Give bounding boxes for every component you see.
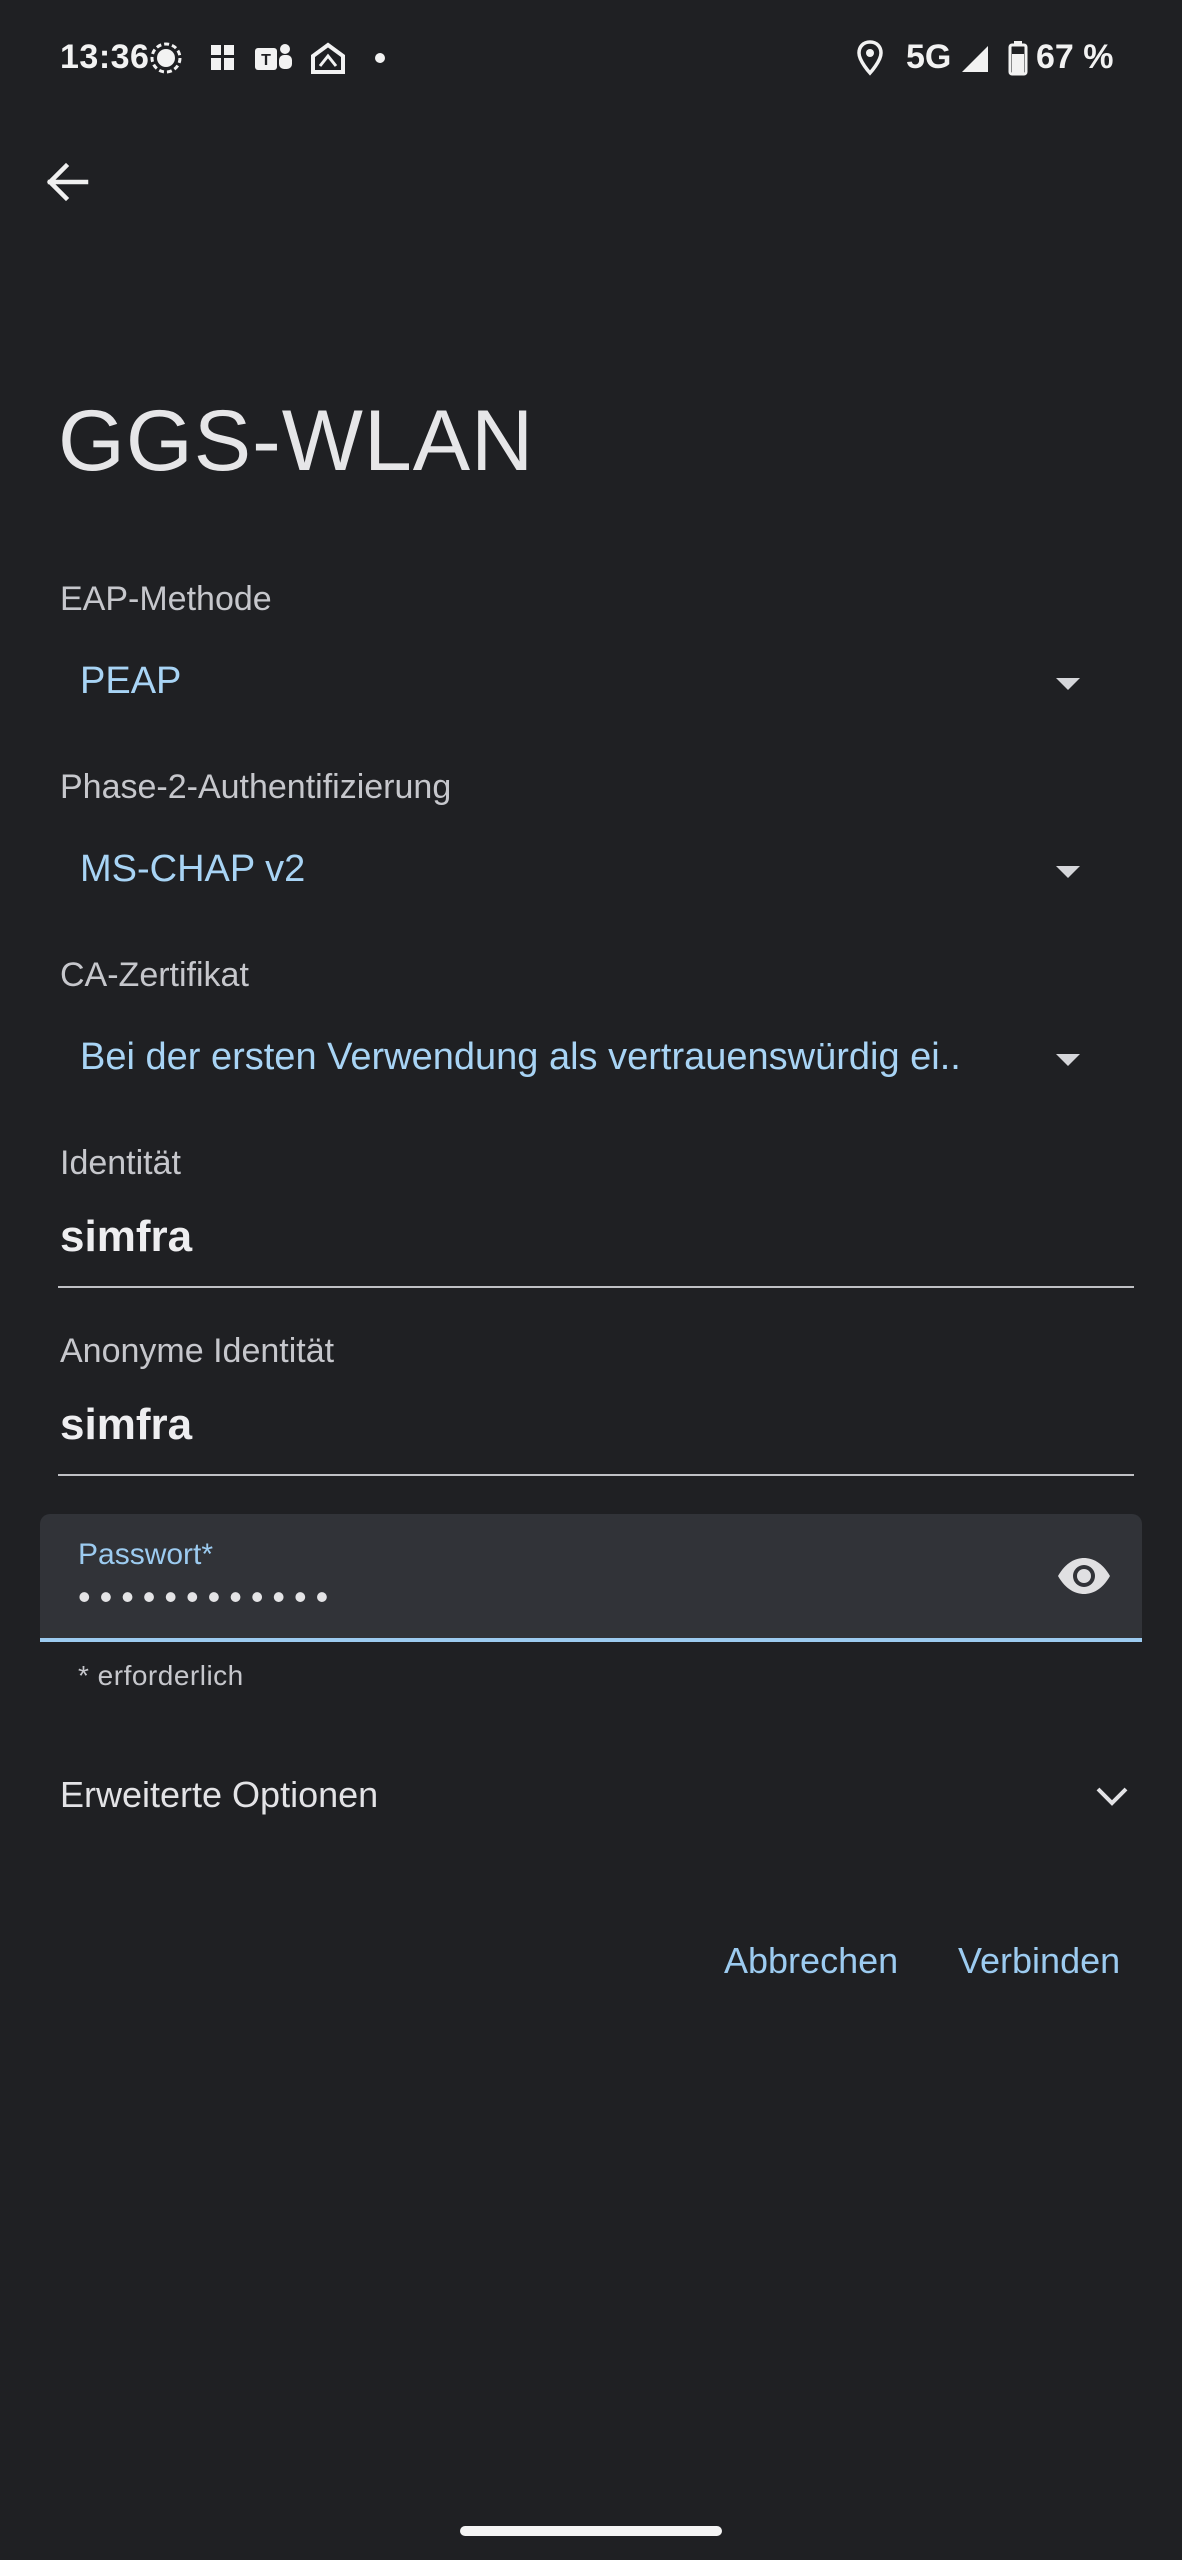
page-title: GGS-WLAN [58,393,535,489]
status-bar: 13:36 T 5G 67 % [0,0,1182,120]
identity-value: simfra [60,1212,193,1261]
advanced-options-label: Erweiterte Optionen [60,1774,379,1815]
phase2-auth-value: MS-CHAP v2 [80,848,306,890]
location-icon [857,40,883,76]
password-label: Passwort* [78,1538,214,1571]
dropdown-arrow-icon [1056,1054,1080,1066]
anonymous-identity-value: simfra [60,1400,193,1449]
eap-method-value: PEAP [80,660,182,702]
back-arrow-icon [46,162,89,202]
eap-method-dropdown[interactable]: PEAP [60,640,1120,730]
password-value: •••••••••••• [78,1576,338,1617]
battery-icon [1008,41,1028,76]
home-app-icon [311,42,345,74]
show-password-button[interactable] [1050,1542,1118,1610]
ca-certificate-dropdown[interactable]: Bei der ersten Verwendung als vertrauens… [60,1016,1120,1106]
anonymous-identity-input[interactable]: simfra [58,1384,1134,1476]
battery-percentage: 67 % [1036,38,1114,76]
chevron-down-icon [1096,1787,1128,1806]
network-type: 5G [906,38,952,76]
dropdown-arrow-icon [1056,866,1080,878]
phase2-auth-label: Phase-2-Authentifizierung [60,768,452,806]
anonymous-identity-label: Anonyme Identität [60,1332,335,1370]
notification-dot-icon [375,53,385,63]
home-gesture-bar[interactable] [460,2526,722,2536]
back-button[interactable] [36,150,100,214]
ca-certificate-label: CA-Zertifikat [60,956,249,994]
grid-app-icon [211,45,234,70]
teams-icon: T [255,44,292,70]
signal-messenger-icon [150,42,182,74]
cancel-button[interactable]: Abbrechen [724,1932,898,1990]
password-input[interactable]: Passwort* •••••••••••• [40,1514,1142,1642]
svg-text:T: T [261,52,271,69]
status-time: 13:36 [60,38,150,76]
phase2-auth-dropdown[interactable]: MS-CHAP v2 [60,828,1120,918]
required-helper-text: * erforderlich [78,1660,244,1691]
ca-certificate-value: Bei der ersten Verwendung als vertrauens… [80,1036,961,1078]
eap-method-label: EAP-Methode [60,580,272,618]
dropdown-arrow-icon [1056,678,1080,690]
advanced-options-toggle[interactable]: Erweiterte Optionen [0,1760,1182,1830]
identity-input[interactable]: simfra [58,1196,1134,1288]
eye-icon [1058,1558,1110,1594]
connect-button[interactable]: Verbinden [958,1932,1120,1990]
cell-signal-icon [962,46,988,72]
identity-label: Identität [60,1144,181,1182]
